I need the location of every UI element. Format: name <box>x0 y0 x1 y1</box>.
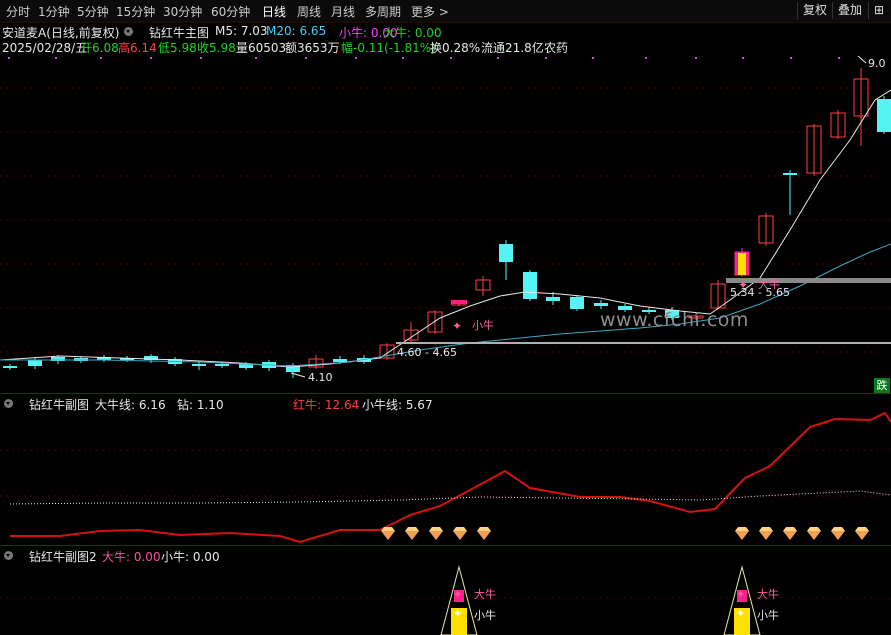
sub1-title: 钻红牛副图 <box>29 398 90 412</box>
star-icon: ✦ <box>452 319 462 333</box>
collapse-icon[interactable] <box>4 551 13 560</box>
diamond-icon <box>759 527 773 540</box>
candle-body <box>877 99 891 132</box>
range-label-1: 4.60 - 4.65 <box>397 346 457 359</box>
watermark: www.cfchi.com <box>600 309 749 331</box>
kline-chart[interactable]: ✦✦✦✦✦✦ <box>0 0 891 635</box>
grid-dot <box>100 57 102 59</box>
diamond-icon <box>381 527 395 540</box>
star-icon: ✦ <box>736 588 745 601</box>
diamond-icon <box>807 527 821 540</box>
candle-highlight <box>738 253 746 275</box>
candle-body <box>333 359 347 362</box>
grid-dot <box>838 57 840 59</box>
grid-dot <box>355 57 357 59</box>
sub2-title: 钻红牛副图2 <box>29 550 97 564</box>
candle-body <box>192 364 206 366</box>
grid-dot <box>402 57 404 59</box>
grid-dot <box>200 57 202 59</box>
grid-dot <box>645 57 647 59</box>
star-icon: ✦ <box>453 607 462 620</box>
sub2-small-bull-mark-2: 小牛 <box>757 609 779 622</box>
diamond-icon <box>477 527 491 540</box>
range-bar-2 <box>726 278 891 283</box>
star-icon: ✦ <box>453 588 462 601</box>
diamond-icon <box>831 527 845 540</box>
diamond-icon <box>453 527 467 540</box>
price-high-label: 9.0 <box>868 57 886 70</box>
candle-body <box>594 303 608 306</box>
grid-dot <box>450 57 452 59</box>
price-low-label: 4.10 <box>308 371 333 384</box>
candle-body <box>570 297 584 309</box>
high-arrow <box>857 55 867 64</box>
star-icon: ✦ <box>736 607 745 620</box>
candle-body <box>523 272 537 299</box>
diamond-icon <box>855 527 869 540</box>
big-bull-mark: 大牛 <box>758 278 780 291</box>
sub2-small-bull-mark-1: 小牛 <box>474 609 496 622</box>
grid-dot <box>545 57 547 59</box>
pane-divider[interactable] <box>0 545 891 546</box>
pane-divider[interactable] <box>0 393 891 394</box>
candle-body <box>499 244 513 262</box>
grid-dot <box>695 57 697 59</box>
sub2-small-bull: 小牛: 0.00 <box>161 550 220 564</box>
fall-badge: 跌 <box>874 378 890 393</box>
small-bull-line-value: 小牛线: 5.67 <box>362 398 433 412</box>
candle-body <box>3 366 17 368</box>
collapse-icon[interactable] <box>4 399 13 408</box>
candle-highlight <box>451 300 467 304</box>
small-bull-dotted <box>9 490 891 505</box>
candle-body <box>28 360 42 366</box>
candle-body <box>546 297 560 301</box>
sub2-big-bull: 大牛: 0.00 <box>102 550 161 564</box>
grid-dot <box>592 57 594 59</box>
candle-body <box>783 173 797 175</box>
grid-dot <box>305 57 307 59</box>
candle-body <box>215 364 229 366</box>
grid-dot <box>790 57 792 59</box>
grid-dot <box>55 57 57 59</box>
small-bull-mark: 小牛 <box>472 319 494 332</box>
diamond-icon <box>783 527 797 540</box>
grid-dot <box>255 57 257 59</box>
grid-dot <box>742 57 744 59</box>
diamond-icon <box>405 527 419 540</box>
grid-dot <box>150 57 152 59</box>
red-bull-line <box>10 411 891 544</box>
diamond-icon <box>735 527 749 540</box>
red-bull-value: 红牛: 12.64 <box>293 398 360 412</box>
big-bull-line-value: 大牛线: 6.16 <box>95 398 166 412</box>
range-bar-1 <box>396 342 891 344</box>
diamond-icon <box>429 527 443 540</box>
grid-dot <box>497 57 499 59</box>
sub2-big-bull-mark-1: 大牛 <box>474 588 496 601</box>
drill-value: 钻: 1.10 <box>177 398 224 412</box>
grid-dot <box>8 57 10 59</box>
sub2-big-bull-mark-2: 大牛 <box>757 588 779 601</box>
